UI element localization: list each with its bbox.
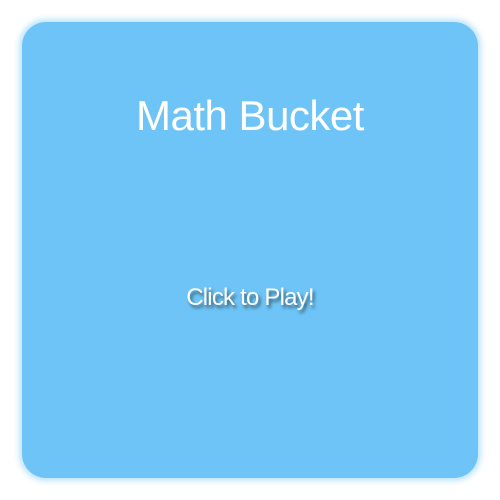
click-to-play-button[interactable]: Click to Play! bbox=[22, 284, 478, 312]
game-start-panel[interactable]: Math Bucket Click to Play! bbox=[22, 22, 478, 478]
game-title: Math Bucket bbox=[136, 92, 364, 139]
